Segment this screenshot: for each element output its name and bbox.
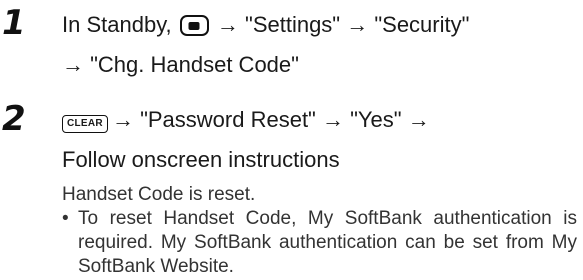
note-text: To reset Handset Code, My SoftBank authe…	[78, 208, 577, 277]
result-text: Handset Code is reset.	[62, 184, 256, 205]
clear-key-icon: CLEAR	[62, 115, 108, 133]
step-2-line-2: Follow onscreen instructions	[62, 147, 340, 172]
step-number: 1	[2, 3, 26, 43]
step-number: 2	[2, 99, 26, 139]
step-2-path: → "Password Reset" → "Yes" →	[111, 107, 430, 132]
bullet-mark: •	[62, 208, 69, 229]
note-bullet: • To reset Handset Code, My SoftBank aut…	[62, 207, 577, 279]
step-2-line-1: CLEAR → "Password Reset" → "Yes" →	[62, 107, 430, 133]
step-1-line-1: In Standby, → "Settings" → "Security"	[62, 12, 469, 38]
step-1-path: → "Settings" → "Security"	[210, 12, 470, 37]
step-1-prefix: In Standby,	[62, 12, 178, 37]
step-1-line-2: → "Chg. Handset Code"	[62, 52, 299, 77]
menu-key-icon	[179, 15, 209, 36]
